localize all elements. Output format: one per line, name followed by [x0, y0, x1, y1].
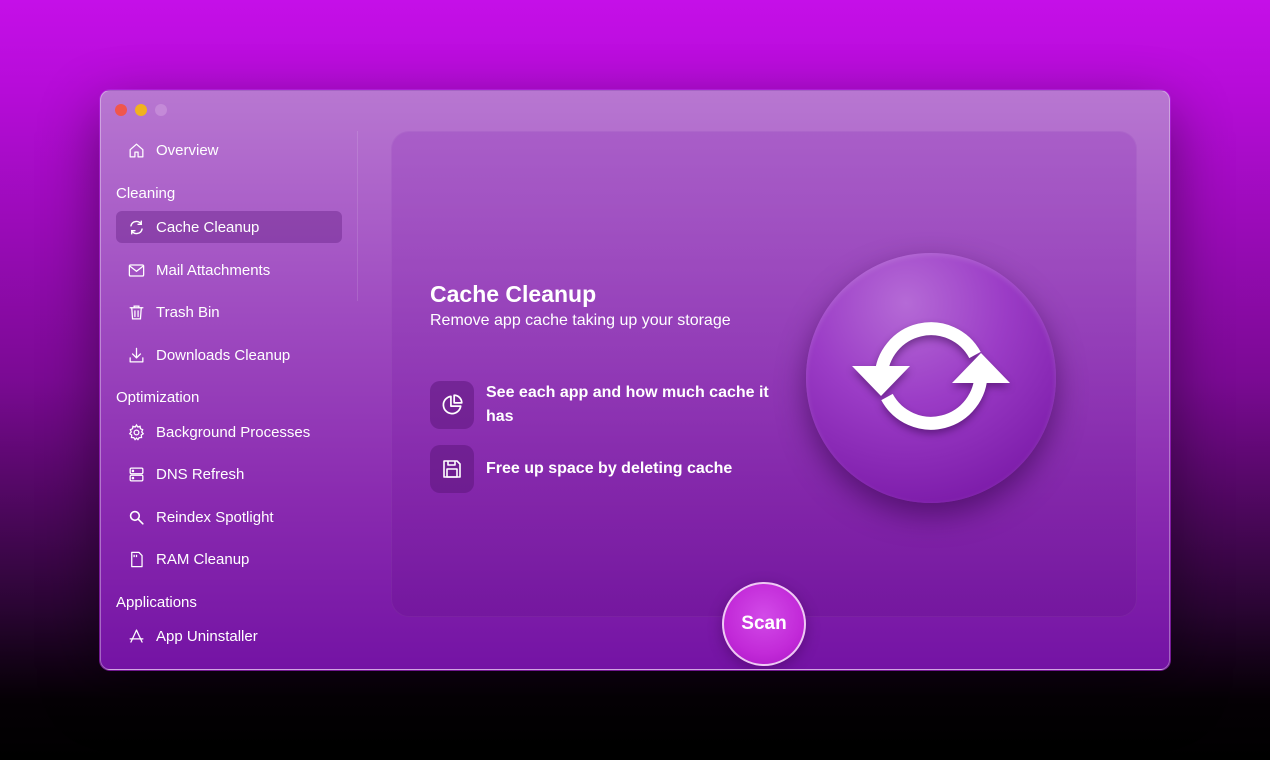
- search-icon: [126, 507, 146, 527]
- sidebar-item-label: Overview: [156, 141, 219, 159]
- sidebar-item-label: Trash Bin: [156, 303, 220, 321]
- sidebar-item-reindex-spotlight[interactable]: Reindex Spotlight: [116, 501, 342, 533]
- sidebar-item-label: Downloads Cleanup: [156, 346, 291, 364]
- section-label-optimization: Optimization: [116, 389, 200, 406]
- download-icon: [126, 345, 146, 365]
- sidebar-item-ram-cleanup[interactable]: RAM Cleanup: [116, 543, 342, 575]
- sidebar-item-cache-cleanup[interactable]: Cache Cleanup: [116, 211, 342, 243]
- sidebar-item-trash-bin[interactable]: Trash Bin: [116, 296, 342, 328]
- memory-card-icon: [126, 549, 146, 569]
- home-icon: [126, 140, 146, 160]
- sidebar-item-label: App Uninstaller: [156, 627, 258, 645]
- sidebar-item-background-processes[interactable]: Background Processes: [116, 416, 342, 448]
- app-window: Overview Cleaning Cache Cleanup Mail Att…: [100, 90, 1170, 670]
- sidebar-item-label: Reindex Spotlight: [156, 508, 274, 526]
- sidebar-item-label: RAM Cleanup: [156, 550, 250, 568]
- sidebar-item-mail-attachments[interactable]: Mail Attachments: [116, 254, 342, 286]
- pie-chart-icon: [430, 381, 474, 429]
- refresh-icon: [126, 217, 146, 237]
- sidebar-item-label: DNS Refresh: [156, 465, 245, 483]
- floppy-disk-icon: [430, 445, 474, 493]
- page-title: Cache Cleanup: [430, 281, 597, 307]
- zoom-window-button[interactable]: [155, 104, 167, 116]
- section-label-applications: Applications: [116, 594, 197, 611]
- sidebar-item-label: Background Processes: [156, 423, 311, 441]
- feature-item: Free up space by deleting cache: [430, 445, 775, 493]
- sidebar-item-app-uninstaller[interactable]: App Uninstaller: [116, 620, 342, 652]
- minimize-window-button[interactable]: [135, 104, 147, 116]
- close-window-button[interactable]: [115, 104, 127, 116]
- window-controls: [115, 104, 167, 116]
- sidebar-item-overview[interactable]: Overview: [116, 134, 342, 166]
- page-subtitle: Remove app cache taking up your storage: [430, 312, 731, 329]
- trash-icon: [126, 302, 146, 322]
- feature-item: See each app and how much cache it has: [430, 381, 775, 429]
- server-icon: [126, 464, 146, 484]
- scan-button[interactable]: Scan: [722, 582, 806, 666]
- section-label-cleaning: Cleaning: [116, 185, 176, 202]
- feature-text: See each app and how much cache it has: [486, 384, 769, 425]
- hero-circle: [806, 253, 1056, 503]
- mail-icon: [126, 260, 146, 280]
- sidebar-item-dns-refresh[interactable]: DNS Refresh: [116, 458, 342, 490]
- sidebar-divider: [357, 131, 358, 301]
- gear-icon: [126, 422, 146, 442]
- sidebar-item-downloads-cleanup[interactable]: Downloads Cleanup: [116, 339, 342, 371]
- app-store-icon: [126, 626, 146, 646]
- sidebar-item-label: Cache Cleanup: [156, 218, 260, 236]
- refresh-icon: [851, 311, 1011, 446]
- sidebar-item-label: Mail Attachments: [156, 261, 271, 279]
- feature-text: Free up space by deleting cache: [486, 460, 733, 477]
